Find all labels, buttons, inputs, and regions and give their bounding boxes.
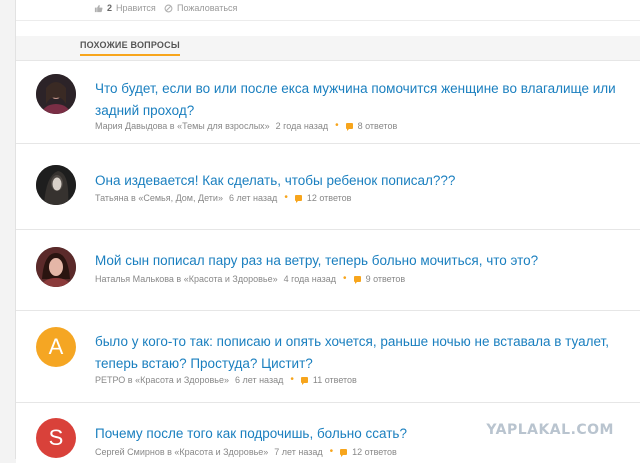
question-item: Что будет, если во или после екса мужчин… <box>16 61 640 144</box>
site-watermark: YAPLAKAL.COM <box>486 422 614 438</box>
question-author[interactable]: Татьяна в «Семья, Дом, Дети» <box>95 193 223 203</box>
avatar[interactable] <box>36 247 76 287</box>
question-author[interactable]: Наталья Малькова в «Красота и Здоровье» <box>95 274 278 284</box>
question-time: 6 лет назад <box>228 192 278 203</box>
question-meta: Татьяна в «Семья, Дом, Дети» 6 лет назад… <box>95 192 351 203</box>
answer-count[interactable]: 8 ответов <box>358 121 398 131</box>
comment-bubble-icon <box>294 194 302 203</box>
separator-dot: • <box>290 374 294 385</box>
question-time: 6 лет назад <box>235 374 284 385</box>
question-meta: Сергей Смирнов в «Красота и Здоровье» 7 … <box>95 446 397 457</box>
question-time: 4 года назад <box>283 273 337 284</box>
left-gutter <box>0 0 16 459</box>
question-time: 7 лет назад <box>274 446 323 457</box>
question-item: Мой сын пописал пару раз на ветру, тепер… <box>16 230 640 311</box>
report-label: Пожаловаться <box>177 3 238 13</box>
avatar-letter[interactable]: A <box>36 327 76 367</box>
avatar[interactable] <box>36 74 76 114</box>
question-link[interactable]: Мой сын пописал пару раз на ветру, тепер… <box>95 250 627 272</box>
separator-dot: • <box>284 192 288 203</box>
like-button[interactable]: 2 Нравится <box>94 3 156 13</box>
question-link[interactable]: Она издевается! Как сделать, чтобы ребен… <box>95 170 627 192</box>
question-item: A было у кого-то так: пописаю и опять хо… <box>16 311 640 403</box>
answer-count[interactable]: 9 ответов <box>366 274 406 284</box>
question-meta: Наталья Малькова в «Красота и Здоровье» … <box>95 273 405 284</box>
answer-count[interactable]: 12 ответов <box>307 193 352 203</box>
avatar[interactable] <box>36 165 76 205</box>
answer-actions-bar: 2 Нравится Пожаловаться <box>16 0 640 21</box>
answer-count[interactable]: 11 ответов <box>313 375 357 385</box>
question-link[interactable]: было у кого-то так: пописаю и опять хоче… <box>95 331 627 375</box>
answer-count[interactable]: 12 ответов <box>352 447 397 457</box>
question-time: 2 года назад <box>275 120 329 131</box>
question-author[interactable]: Сергей Смирнов в «Красота и Здоровье» <box>95 447 268 457</box>
report-button[interactable]: Пожаловаться <box>164 3 237 13</box>
comment-bubble-icon <box>353 275 361 284</box>
avatar-initial: S <box>48 425 64 450</box>
block-icon <box>164 4 173 12</box>
question-author[interactable]: РЕТРО в «Красота и Здоровье» <box>95 375 229 385</box>
user-photo-icon <box>36 74 76 114</box>
avatar-letter[interactable]: S <box>36 418 76 458</box>
question-author[interactable]: Мария Давыдова в «Темы для взрослых» <box>95 121 270 131</box>
section-title: ПОХОЖИЕ ВОПРОСЫ <box>80 40 180 56</box>
comment-bubble-icon <box>300 376 308 385</box>
avatar-initial: A <box>48 334 64 359</box>
comment-bubble-icon <box>345 122 353 131</box>
separator-dot: • <box>343 273 347 284</box>
separator-dot: • <box>335 120 339 131</box>
user-photo-icon <box>36 165 76 205</box>
question-meta: Мария Давыдова в «Темы для взрослых» 2 г… <box>95 120 397 131</box>
main-content: 2 Нравится Пожаловаться ПОХОЖИЕ ВОПРОСЫ … <box>16 0 640 463</box>
similar-questions-header: ПОХОЖИЕ ВОПРОСЫ <box>16 36 640 61</box>
thumbs-up-icon <box>94 4 103 12</box>
question-item: Она издевается! Как сделать, чтобы ребен… <box>16 144 640 230</box>
question-link[interactable]: Что будет, если во или после екса мужчин… <box>95 78 627 122</box>
separator-dot: • <box>329 446 334 457</box>
like-label: Нравится <box>116 3 156 13</box>
user-photo-icon <box>36 247 76 287</box>
comment-bubble-icon <box>340 448 348 457</box>
like-count: 2 <box>107 3 113 13</box>
question-meta: РЕТРО в «Красота и Здоровье» 6 лет назад… <box>95 374 357 385</box>
